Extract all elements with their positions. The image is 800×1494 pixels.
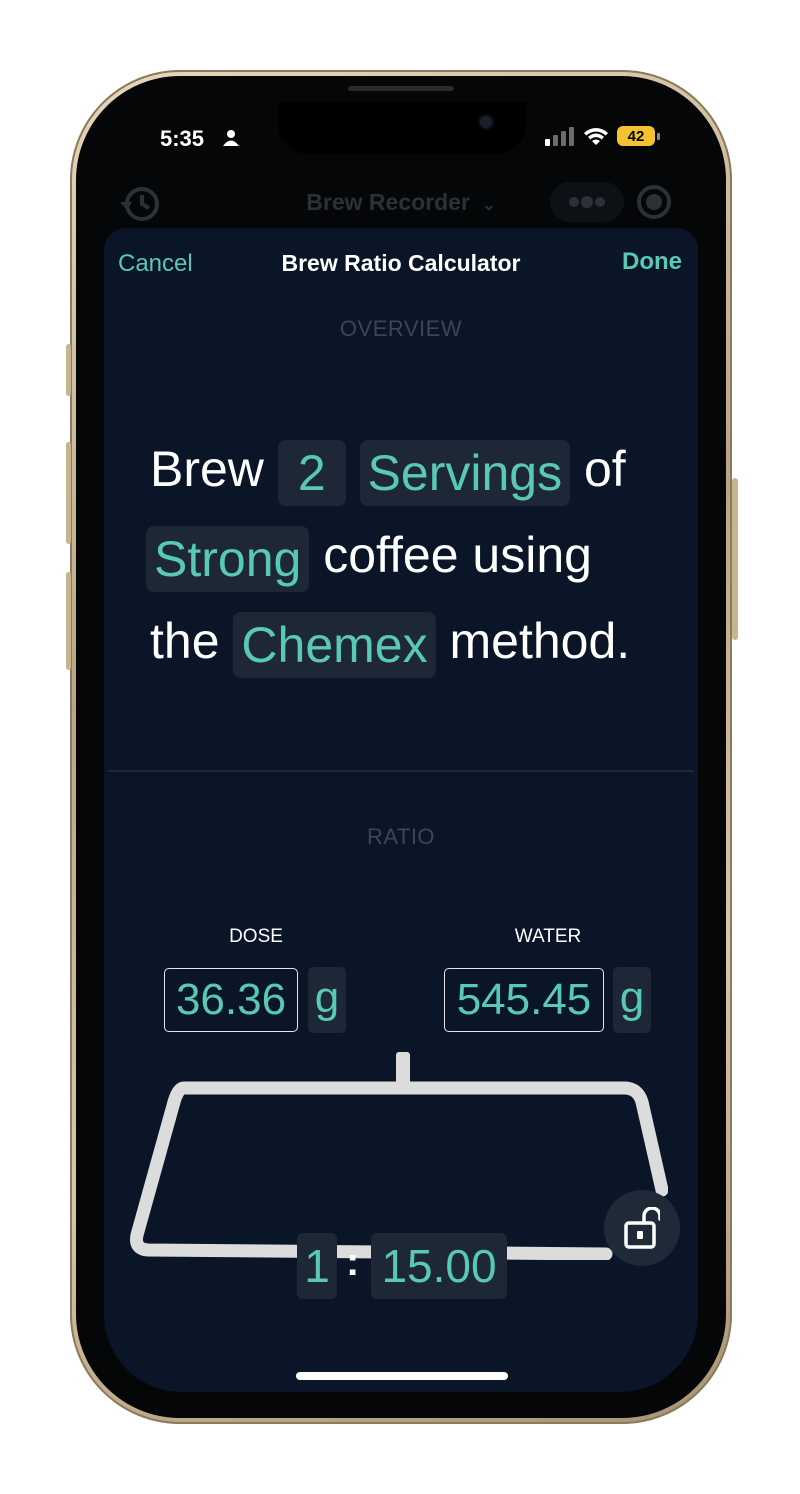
background-navigation-bar: Brew Recorder ⌄ <box>104 174 698 234</box>
strength-picker[interactable]: Strong <box>146 525 310 592</box>
power-button <box>732 478 738 640</box>
water-label: WATER <box>514 926 582 947</box>
volume-up-button <box>66 442 71 544</box>
chevron-down-icon: ⌄ <box>482 197 496 214</box>
overview-section-label: OVERVIEW <box>339 316 463 341</box>
method-picker[interactable]: Chemex <box>233 611 436 678</box>
section-divider <box>108 770 694 772</box>
wifi-icon <box>584 128 608 145</box>
camera-icon <box>480 116 492 128</box>
notch <box>278 102 526 154</box>
cancel-button[interactable]: Cancel <box>118 250 193 278</box>
record-icon <box>637 185 671 219</box>
volume-down-button <box>66 572 71 670</box>
water-input[interactable]: 545.45 <box>444 968 604 1032</box>
ratio-separator: : <box>346 1240 360 1284</box>
ratio-right-input[interactable]: 15.00 <box>371 1233 507 1299</box>
action-button <box>66 344 71 396</box>
unlock-icon <box>624 1207 660 1249</box>
ratio-lock-button[interactable] <box>604 1190 680 1266</box>
sentence-line-3: the Chemex method. <box>150 598 670 684</box>
overview-sentence: Brew 2 Servings of Strong coffee using t… <box>146 426 670 684</box>
dose-label: DOSE <box>229 926 283 947</box>
ratio-section-label: RATIO <box>366 824 436 849</box>
dose-input[interactable]: 36.36 <box>164 968 298 1032</box>
more-icon <box>550 182 624 222</box>
status-icons: 42 <box>545 126 660 146</box>
scale-outline-icon <box>130 1052 668 1260</box>
servings-count-picker[interactable]: 2 <box>277 439 346 506</box>
ratio-left-input[interactable]: 1 <box>297 1233 337 1299</box>
sheet-title: Brew Ratio Calculator <box>281 250 521 276</box>
calculator-sheet: Cancel Brew Ratio Calculator Done OVERVI… <box>104 228 698 1392</box>
home-indicator[interactable] <box>296 1372 508 1380</box>
sentence-line-2: Strong coffee using <box>146 512 670 598</box>
sentence-line-1: Brew 2 Servings of <box>150 426 670 512</box>
done-button[interactable]: Done <box>622 248 682 276</box>
servings-unit-picker[interactable]: Servings <box>359 439 571 506</box>
speaker-grille <box>348 86 454 91</box>
battery-icon: 42 <box>617 126 655 146</box>
dose-unit-picker[interactable]: g <box>308 967 346 1033</box>
battery-tip <box>657 132 660 140</box>
water-unit-picker[interactable]: g <box>613 967 651 1033</box>
status-time: 5:35 <box>160 126 205 151</box>
cellular-signal-icon <box>545 127 574 146</box>
person-icon <box>223 130 239 146</box>
screen: 5:35 42 Brew Recorder ⌄ Cancel Brew Rati… <box>104 102 698 1392</box>
